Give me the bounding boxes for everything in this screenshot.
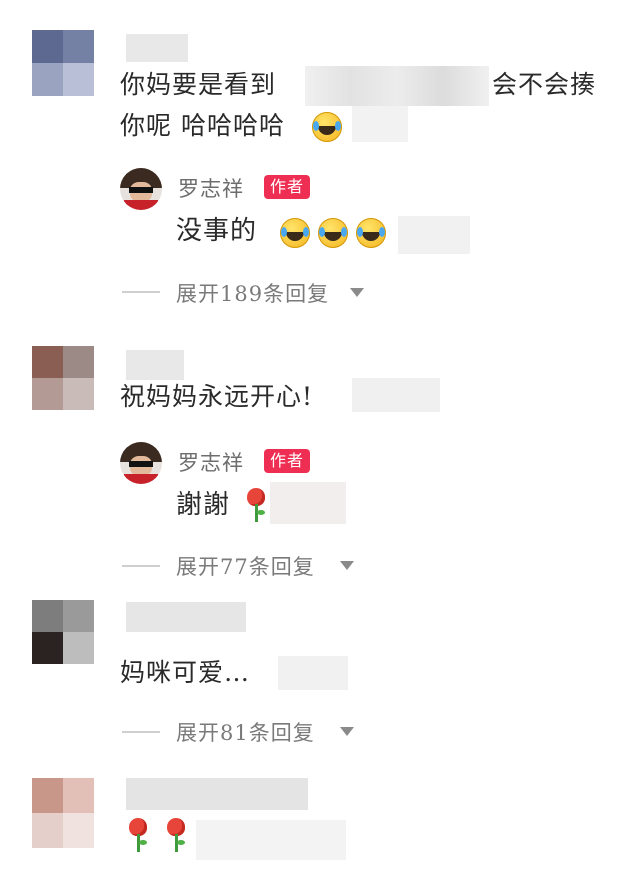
expand-replies-button-2[interactable]: 展开77条回复: [176, 551, 315, 581]
redacted-block: [278, 656, 348, 690]
comment-text-1-end: 会不会揍: [492, 70, 597, 99]
comment-text-2: 祝妈妈永远开心!: [120, 382, 314, 411]
laughing-emoji-icon: [356, 218, 386, 248]
commenter-avatar-2[interactable]: [32, 346, 94, 410]
author-avatar[interactable]: [120, 442, 162, 484]
reply-author-name[interactable]: 罗志祥: [178, 447, 244, 477]
commenter-avatar-4[interactable]: [32, 778, 94, 848]
rose-icon: [164, 818, 188, 852]
commenter-name-redacted-3[interactable]: [126, 602, 246, 632]
commenter-avatar-1[interactable]: [32, 30, 94, 96]
redacted-block: [398, 216, 470, 254]
caret-down-icon[interactable]: [350, 288, 364, 297]
commenter-name-redacted-4[interactable]: [126, 778, 308, 810]
rose-icon: [126, 818, 150, 852]
comment-text-1-start: 你妈要是看到: [120, 70, 277, 99]
comment-text-1: 你妈要是看到: [120, 66, 276, 104]
redacted-text-1: [305, 66, 489, 106]
caret-down-icon[interactable]: [340, 727, 354, 736]
redacted-block: [352, 378, 440, 412]
rose-icon: [244, 488, 268, 522]
expand-divider: [122, 291, 160, 293]
expand-divider: [122, 565, 160, 567]
comment-text-1-line2: 你呢 哈哈哈哈: [120, 111, 285, 140]
laughing-emoji-icon: [318, 218, 348, 248]
reply-text-2: 謝謝: [176, 490, 231, 520]
redacted-block: [352, 106, 408, 142]
laughing-emoji-icon: [280, 218, 310, 248]
commenter-name-redacted-2[interactable]: [126, 350, 184, 380]
commenter-avatar-3[interactable]: [32, 600, 94, 664]
laughing-emoji-icon: [312, 112, 342, 142]
author-badge: 作者: [264, 449, 311, 473]
expand-divider: [122, 731, 160, 733]
expand-replies-button-3[interactable]: 展开81条回复: [176, 717, 315, 747]
caret-down-icon[interactable]: [340, 561, 354, 570]
comment-text-3: 妈咪可爱…: [120, 658, 251, 687]
redacted-block: [270, 482, 346, 524]
redacted-block: [196, 820, 346, 860]
reply-text-1: 没事的: [176, 216, 258, 246]
author-badge: 作者: [264, 175, 311, 199]
expand-replies-button-1[interactable]: 展开189条回复: [176, 278, 329, 308]
reply-author-name[interactable]: 罗志祥: [178, 173, 244, 203]
author-avatar[interactable]: [120, 168, 162, 210]
commenter-name-redacted-1[interactable]: [126, 34, 188, 62]
